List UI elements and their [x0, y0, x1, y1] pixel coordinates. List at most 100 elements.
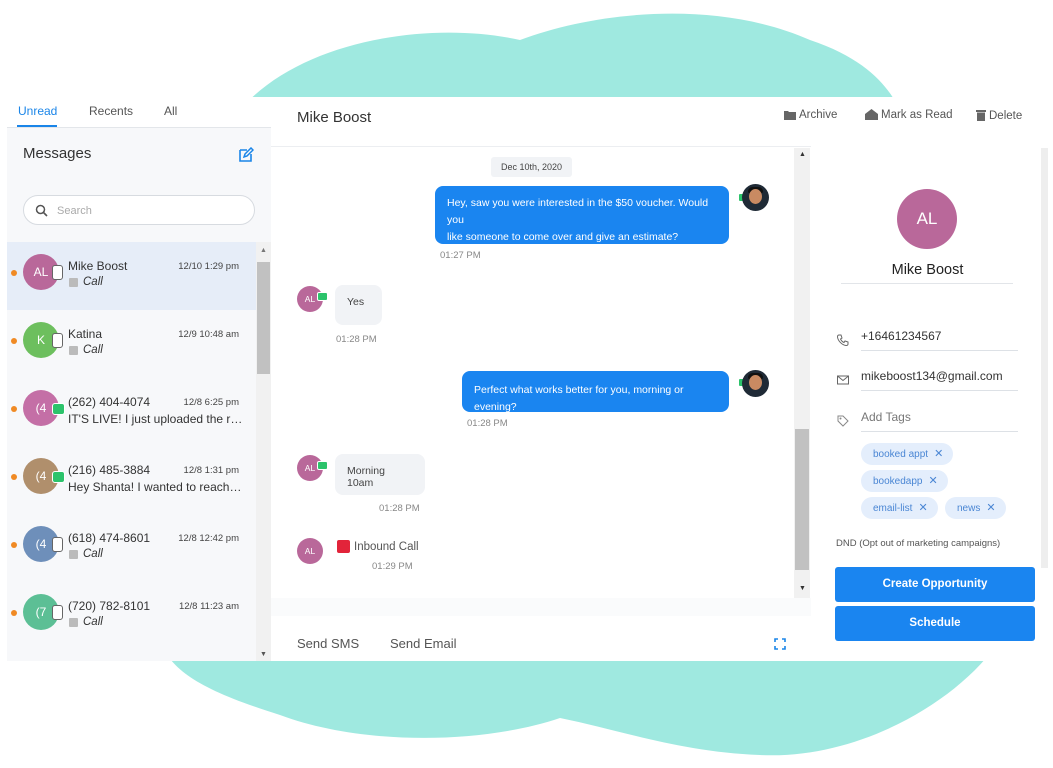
tab-unread[interactable]: Unread — [18, 104, 57, 118]
unread-dot — [11, 406, 17, 412]
conversation-time: 12/8 6:25 pm — [183, 397, 239, 408]
conversation-item[interactable]: (4 (262) 404-4074 12/8 6:25 pm IT'S LIVE… — [7, 378, 256, 446]
unread-dot — [11, 338, 17, 344]
conversation-time: 12/8 1:31 pm — [183, 465, 239, 476]
call-icon — [69, 346, 78, 355]
message-time: 01:29 PM — [372, 561, 413, 572]
message-time: 01:28 PM — [336, 334, 377, 345]
unread-dot — [11, 270, 17, 276]
conversations-panel: Unread Recents All Messages Search AL Mi… — [7, 97, 271, 661]
phone-icon — [837, 334, 849, 346]
scroll-up-icon[interactable]: ▲ — [799, 151, 806, 158]
expand-icon[interactable] — [774, 638, 786, 650]
tag-chip: news ✕ — [945, 497, 1006, 519]
search-box — [23, 195, 255, 225]
conversation-name: Mike Boost — [68, 259, 128, 273]
composer: Send SMS Send Email — [271, 616, 811, 661]
scroll-down-icon[interactable]: ▼ — [799, 585, 806, 592]
schedule-button[interactable]: Schedule — [835, 606, 1035, 641]
unread-dot — [11, 610, 17, 616]
conversation-name: Katina — [68, 327, 103, 341]
conversation-header: Mike Boost — [271, 97, 811, 147]
message-time: 01:28 PM — [467, 418, 508, 429]
compose-icon[interactable] — [238, 147, 254, 163]
date-separator: Dec 10th, 2020 — [491, 157, 573, 177]
unread-dot — [11, 542, 17, 548]
send-sms-tab[interactable]: Send SMS — [297, 636, 359, 651]
conversation-item[interactable]: (4 (618) 474-8601 12/8 12:42 pm Call — [7, 514, 256, 582]
sms-channel-icon — [317, 292, 328, 301]
remove-tag-icon[interactable]: ✕ — [929, 475, 938, 487]
phone-field[interactable]: +16461234567 — [861, 329, 1018, 351]
active-tab-indicator — [17, 125, 57, 127]
contact-name: Mike Boost — [891, 262, 964, 278]
contact-scrollbar[interactable] — [1041, 148, 1048, 568]
remove-tag-icon[interactable]: ✕ — [986, 502, 995, 514]
conversation-view: Mike Boost Dec 10th, 2020 Hey, saw you w… — [271, 97, 811, 661]
unread-dot — [11, 474, 17, 480]
phone-channel-icon — [52, 333, 63, 348]
divider — [841, 283, 1013, 284]
conversation-preview: Call — [83, 616, 103, 628]
scrollbar-thumb[interactable] — [257, 262, 270, 374]
call-icon — [69, 618, 78, 627]
conversation-time: 12/8 12:42 pm — [178, 533, 239, 544]
tag-icon — [837, 415, 849, 427]
outgoing-message: Perfect what works better for you, morni… — [462, 371, 729, 413]
tag-label: bookedapp — [873, 476, 923, 487]
tag-label: email-list — [873, 503, 913, 514]
conversation-item[interactable]: (7 (720) 782-8101 12/8 11:23 am Call — [7, 582, 256, 650]
archive-label: Archive — [799, 109, 838, 121]
add-tags-input[interactable]: Add Tags — [861, 410, 1018, 432]
stage: Unread Recents All Messages Search AL Mi… — [0, 0, 1053, 768]
message-thread: Dec 10th, 2020 Hey, saw you were interes… — [271, 148, 794, 598]
conversation-preview: Call — [83, 548, 103, 560]
send-email-tab[interactable]: Send Email — [390, 636, 456, 651]
create-opportunity-button[interactable]: Create Opportunity — [835, 567, 1035, 602]
scrollbar-thumb[interactable] — [795, 429, 809, 570]
conversation-item[interactable]: (4 (216) 485-3884 12/8 1:31 pm Hey Shant… — [7, 446, 256, 514]
conversation-list: AL Mike Boost 12/10 1:29 pm Call K Katin… — [7, 242, 256, 661]
conversation-name: (262) 404-4074 — [68, 395, 151, 409]
outgoing-message: Hey, saw you were interested in the $50 … — [435, 186, 729, 244]
tag-chip: bookedapp ✕ — [861, 470, 948, 492]
phone-icon — [337, 540, 350, 553]
folder-icon — [784, 111, 796, 120]
composer-divider — [271, 598, 811, 616]
tab-recents[interactable]: Recents — [89, 104, 133, 118]
delete-button[interactable]: Delete — [976, 109, 1022, 122]
search-input[interactable] — [57, 202, 247, 220]
messages-heading: Messages — [23, 145, 92, 162]
contact-avatar: AL — [897, 189, 957, 249]
conversation-tabs: Unread Recents All — [7, 97, 271, 128]
scroll-down-icon[interactable]: ▼ — [260, 651, 267, 658]
conversation-scrollbar[interactable]: ▲ ▼ — [256, 242, 271, 661]
message-text-line: Hey, saw you were interested in the $50 … — [447, 197, 709, 226]
email-field[interactable]: mikeboost134@gmail.com — [861, 369, 1018, 391]
conversation-item[interactable]: AL Mike Boost 12/10 1:29 pm Call — [7, 242, 256, 310]
incoming-message: Yes — [335, 285, 382, 325]
mark-as-read-label: Mark as Read — [881, 109, 953, 121]
tag-label: booked appt — [873, 449, 929, 460]
conversation-time: 12/10 1:29 pm — [178, 261, 239, 272]
remove-tag-icon[interactable]: ✕ — [918, 502, 927, 514]
conversation-preview: Call — [83, 344, 103, 356]
scroll-up-icon[interactable]: ▲ — [260, 247, 267, 254]
messaging-app: Unread Recents All Messages Search AL Mi… — [7, 97, 1048, 661]
contact-avatar: AL — [297, 538, 323, 564]
incoming-message: Morning 10am — [335, 454, 425, 495]
mark-as-read-button[interactable]: Mark as Read — [865, 109, 953, 121]
thread-scrollbar[interactable]: ▲ ▼ — [794, 148, 810, 598]
remove-tag-icon[interactable]: ✕ — [934, 448, 943, 460]
conversation-title: Mike Boost — [297, 109, 372, 126]
trash-icon — [976, 110, 986, 121]
archive-button[interactable]: Archive — [784, 109, 837, 121]
tab-all[interactable]: All — [164, 104, 177, 118]
conversation-item[interactable]: K Katina 12/9 10:48 am Call — [7, 310, 256, 378]
sms-channel-icon — [52, 471, 65, 483]
agent-avatar — [742, 184, 769, 211]
dnd-label: DND (Opt out of marketing campaigns) — [836, 538, 1001, 549]
conversation-name: (618) 474-8601 — [68, 531, 151, 545]
phone-channel-icon — [52, 605, 63, 620]
message-time: 01:27 PM — [440, 250, 481, 261]
